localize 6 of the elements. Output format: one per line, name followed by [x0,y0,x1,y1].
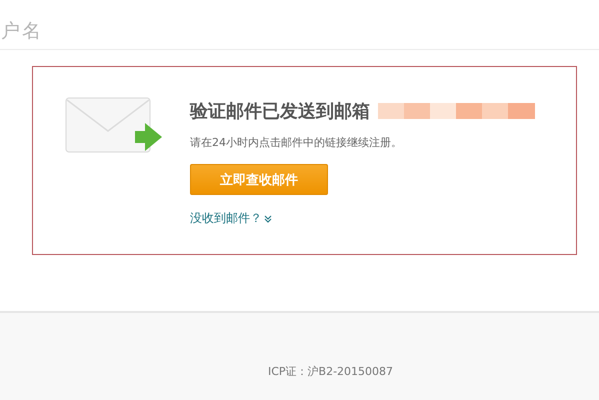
notice-title: 验证邮件已发送到邮箱 [190,100,370,123]
page-title: 户名 [1,18,43,44]
help-link[interactable]: 没收到邮件？ [190,210,272,227]
license-text: ICP证：沪B2-20150087 [268,364,394,380]
chevron-icon [264,214,272,222]
notice-message: 请在24小时内点击邮件中的链接继续注册。 [190,135,402,150]
